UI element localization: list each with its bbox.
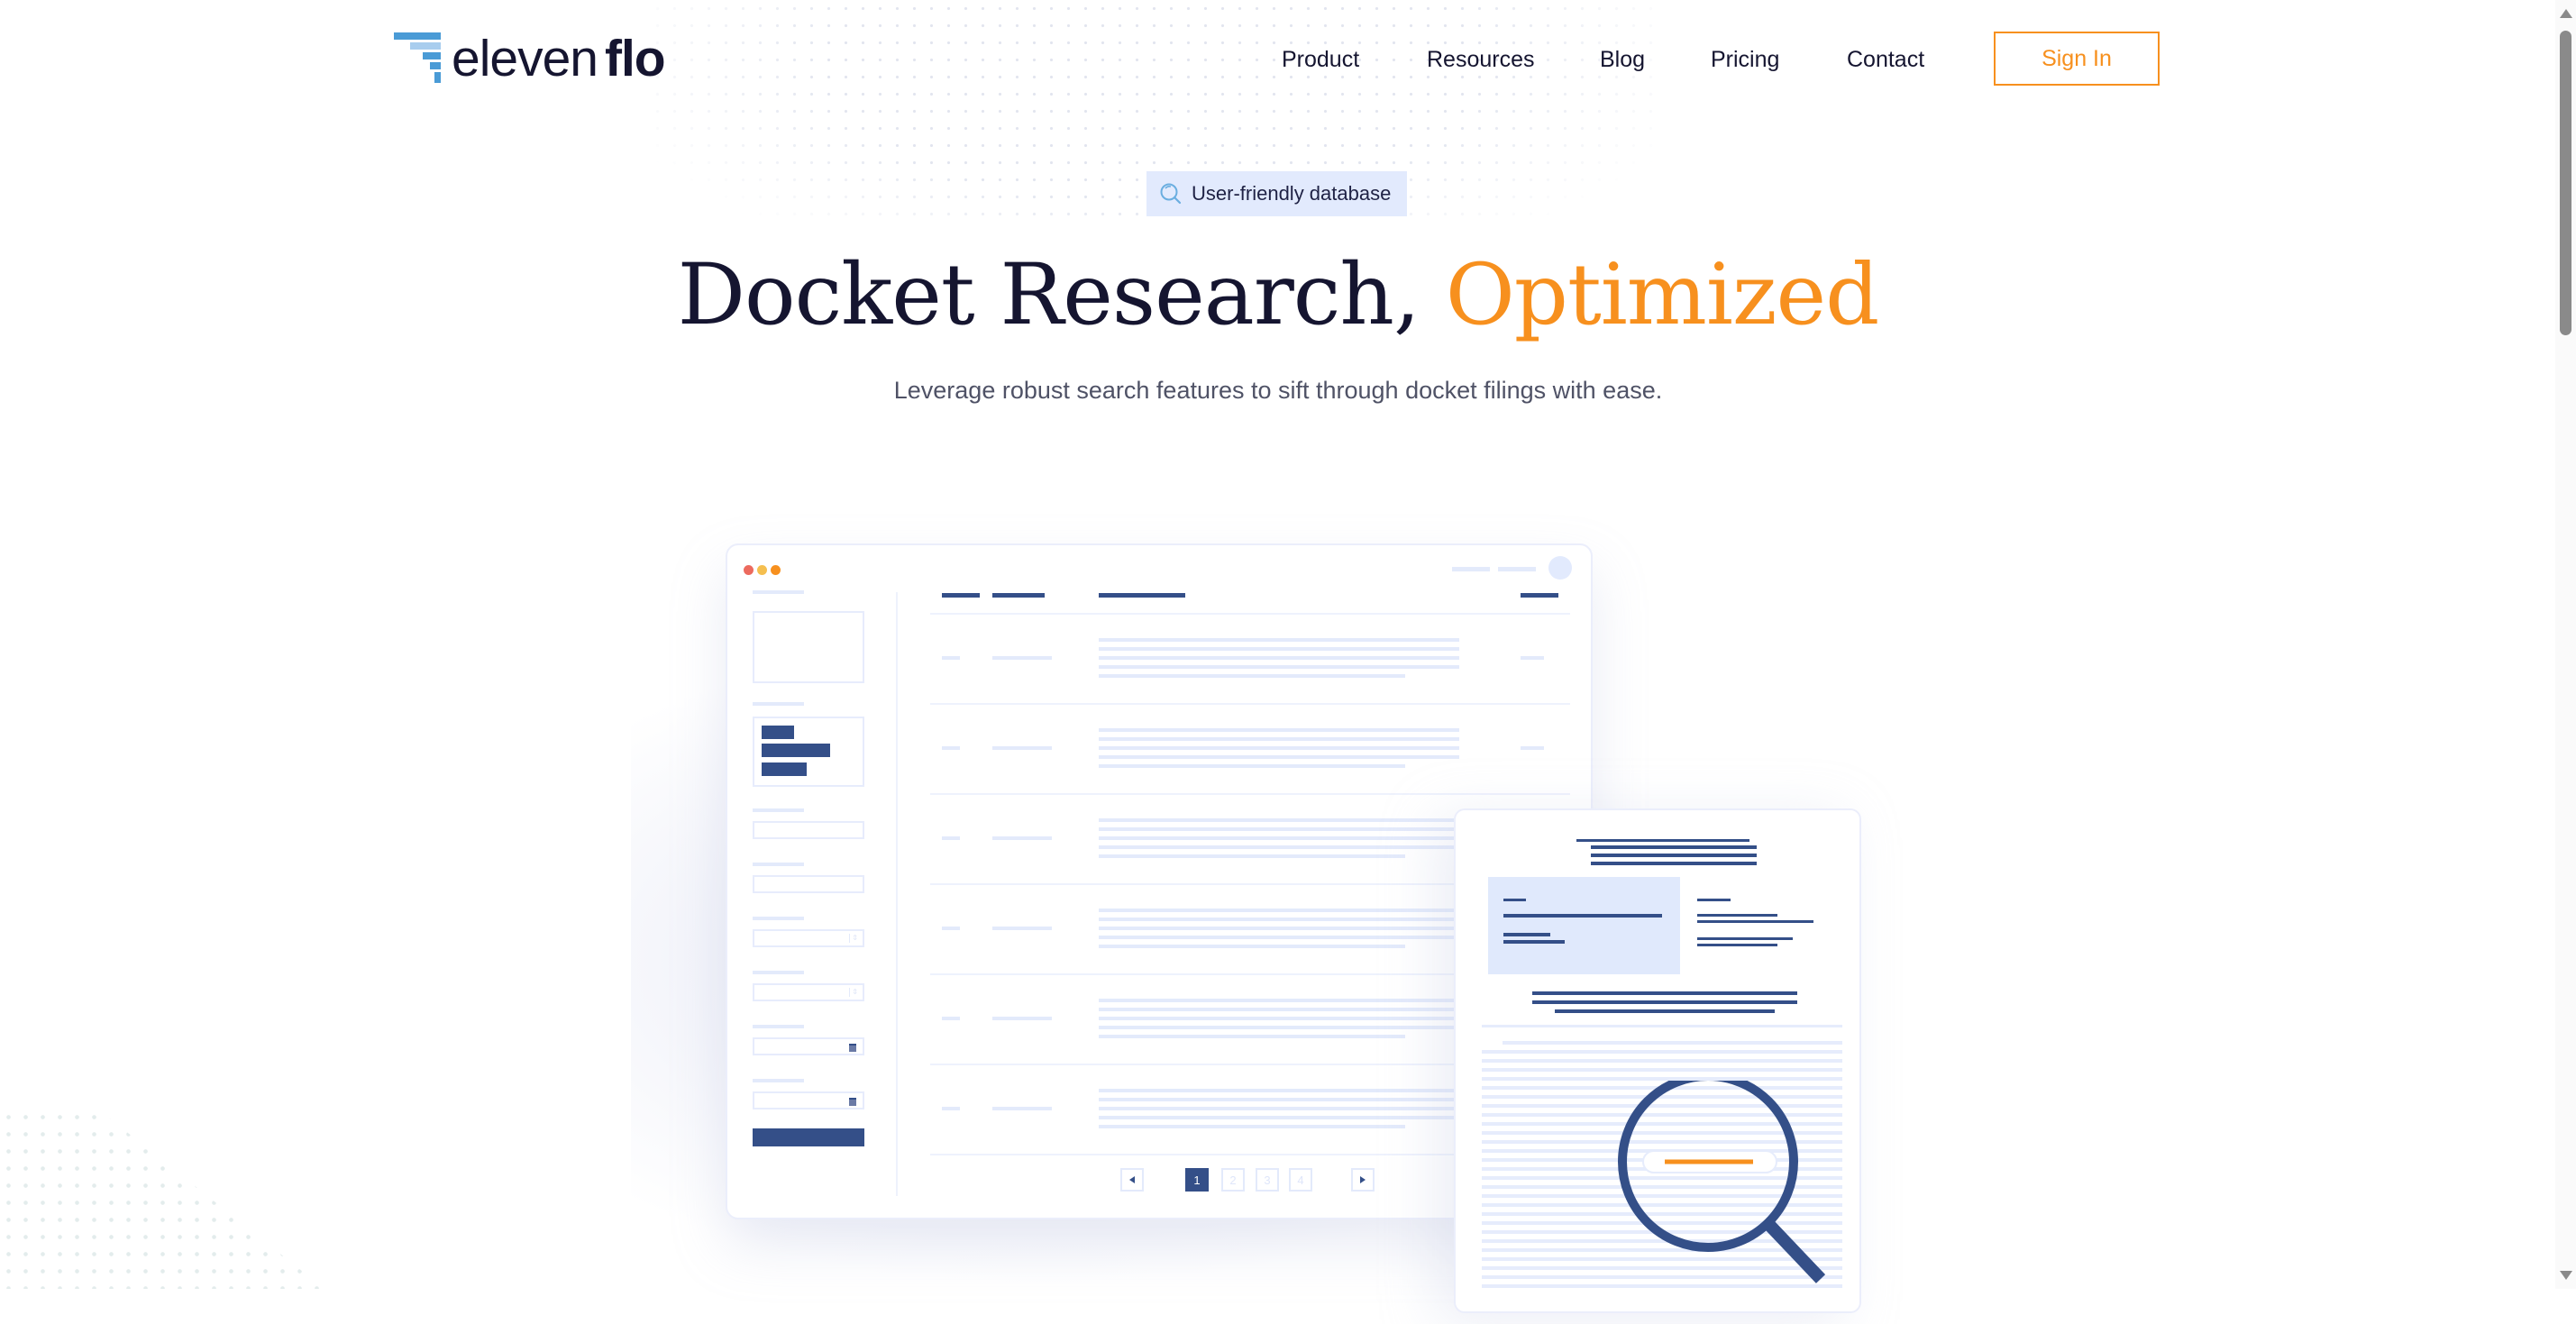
avatar-placeholder <box>1548 556 1572 580</box>
sidebar-label-placeholder <box>753 590 804 594</box>
triangle-right-icon <box>1360 1176 1366 1183</box>
background-dot-pattern-bottom-left <box>0 1109 324 1289</box>
table-header-placeholder <box>1521 593 1558 598</box>
nav-pricing[interactable]: Pricing <box>1711 47 1779 73</box>
doc-body-heading-line <box>1555 1009 1775 1013</box>
scroll-up-arrow-icon[interactable] <box>2560 9 2572 18</box>
table-header-placeholder <box>942 593 980 598</box>
pagination-next[interactable] <box>1351 1168 1375 1192</box>
pagination-prev[interactable] <box>1120 1168 1144 1192</box>
hero-subtitle: Leverage robust search features to sift … <box>893 377 1663 404</box>
doc-body-line <box>1482 1050 1842 1054</box>
window-placeholder-bar <box>1498 567 1536 571</box>
doc-text-line <box>1697 899 1731 901</box>
window-minimize-dot <box>757 565 767 575</box>
search-icon <box>1160 183 1182 205</box>
sidebar-label-placeholder <box>753 1079 804 1082</box>
pagination-page-3[interactable]: 3 <box>1256 1168 1279 1192</box>
sidebar-submit-placeholder <box>753 1128 864 1146</box>
doc-text-line <box>1697 944 1777 946</box>
badge-label: User-friendly database <box>1192 182 1392 205</box>
sidebar-input-placeholder <box>753 875 864 893</box>
sidebar-label-placeholder <box>753 1025 804 1028</box>
scrollbar-thumb[interactable] <box>2560 31 2571 335</box>
doc-heading-line <box>1576 839 1749 842</box>
logo-link[interactable]: eleven flo <box>394 30 666 87</box>
pagination-page-4[interactable]: 4 <box>1289 1168 1312 1192</box>
doc-heading-line <box>1591 862 1757 865</box>
sidebar-label-placeholder <box>753 808 804 812</box>
table-row-divider <box>930 703 1570 705</box>
doc-text-line <box>1697 937 1793 940</box>
page-scrollbar[interactable] <box>2555 0 2576 1289</box>
table-header-placeholder <box>992 593 1045 598</box>
document-card-illustration <box>1454 808 1861 1313</box>
doc-heading-line <box>1591 845 1757 849</box>
doc-body-heading-line <box>1532 1000 1797 1004</box>
doc-highlight-box <box>1488 877 1680 974</box>
title-main: Docket Research, <box>677 246 1446 344</box>
doc-heading-line <box>1591 854 1757 857</box>
feature-badge: User-friendly database <box>1146 171 1407 216</box>
logo-text-bold: flo <box>604 30 666 87</box>
sidebar-select-placeholder: ⇕ <box>753 929 864 947</box>
table-row-divider <box>930 793 1570 795</box>
magnifying-glass-icon <box>1618 1081 1826 1283</box>
doc-body-heading-line <box>1532 991 1797 995</box>
logo-text-light: eleven <box>452 30 598 87</box>
sidebar-label-placeholder <box>753 917 804 920</box>
sign-in-button[interactable]: Sign In <box>1994 32 2160 86</box>
sidebar-label-placeholder <box>753 863 804 866</box>
pagination-page-1[interactable]: 1 <box>1185 1168 1209 1192</box>
sidebar-date-placeholder <box>753 1091 864 1109</box>
sidebar-date-placeholder <box>753 1037 864 1055</box>
table-row-divider <box>930 613 1570 615</box>
doc-text-line <box>1697 914 1777 917</box>
calendar-icon <box>849 1044 856 1052</box>
doc-body-line <box>1482 1068 1842 1072</box>
stacked-bars-logo-icon <box>394 32 441 85</box>
scroll-down-arrow-icon[interactable] <box>2560 1271 2572 1280</box>
doc-body-line <box>1482 1059 1842 1063</box>
triangle-left-icon <box>1129 1176 1135 1183</box>
sidebar-divider <box>896 592 898 1196</box>
doc-body-line <box>1503 1041 1842 1045</box>
pagination-page-2[interactable]: 2 <box>1221 1168 1245 1192</box>
nav-resources[interactable]: Resources <box>1427 47 1535 73</box>
nav-blog[interactable]: Blog <box>1600 47 1645 73</box>
doc-text-line <box>1697 920 1813 923</box>
nav-product[interactable]: Product <box>1282 47 1359 73</box>
sidebar-label-placeholder <box>753 971 804 974</box>
sidebar-input-placeholder <box>753 821 864 839</box>
sidebar-select-placeholder: ⇕ <box>753 983 864 1001</box>
calendar-icon <box>849 1098 856 1106</box>
table-header-placeholder <box>1099 593 1185 598</box>
sidebar-chart-box <box>753 717 864 787</box>
nav-contact[interactable]: Contact <box>1847 47 1924 73</box>
window-close-dot <box>744 565 754 575</box>
sidebar-search-box <box>753 611 864 683</box>
window-maximize-dot <box>771 565 781 575</box>
sidebar-label-placeholder <box>753 702 804 706</box>
doc-divider <box>1482 1025 1842 1027</box>
logo-text: eleven flo <box>452 30 666 87</box>
window-placeholder-bar <box>1452 567 1490 571</box>
page-title: Docket Research, Optimized <box>0 233 2556 359</box>
title-accent: Optimized <box>1445 246 1880 344</box>
